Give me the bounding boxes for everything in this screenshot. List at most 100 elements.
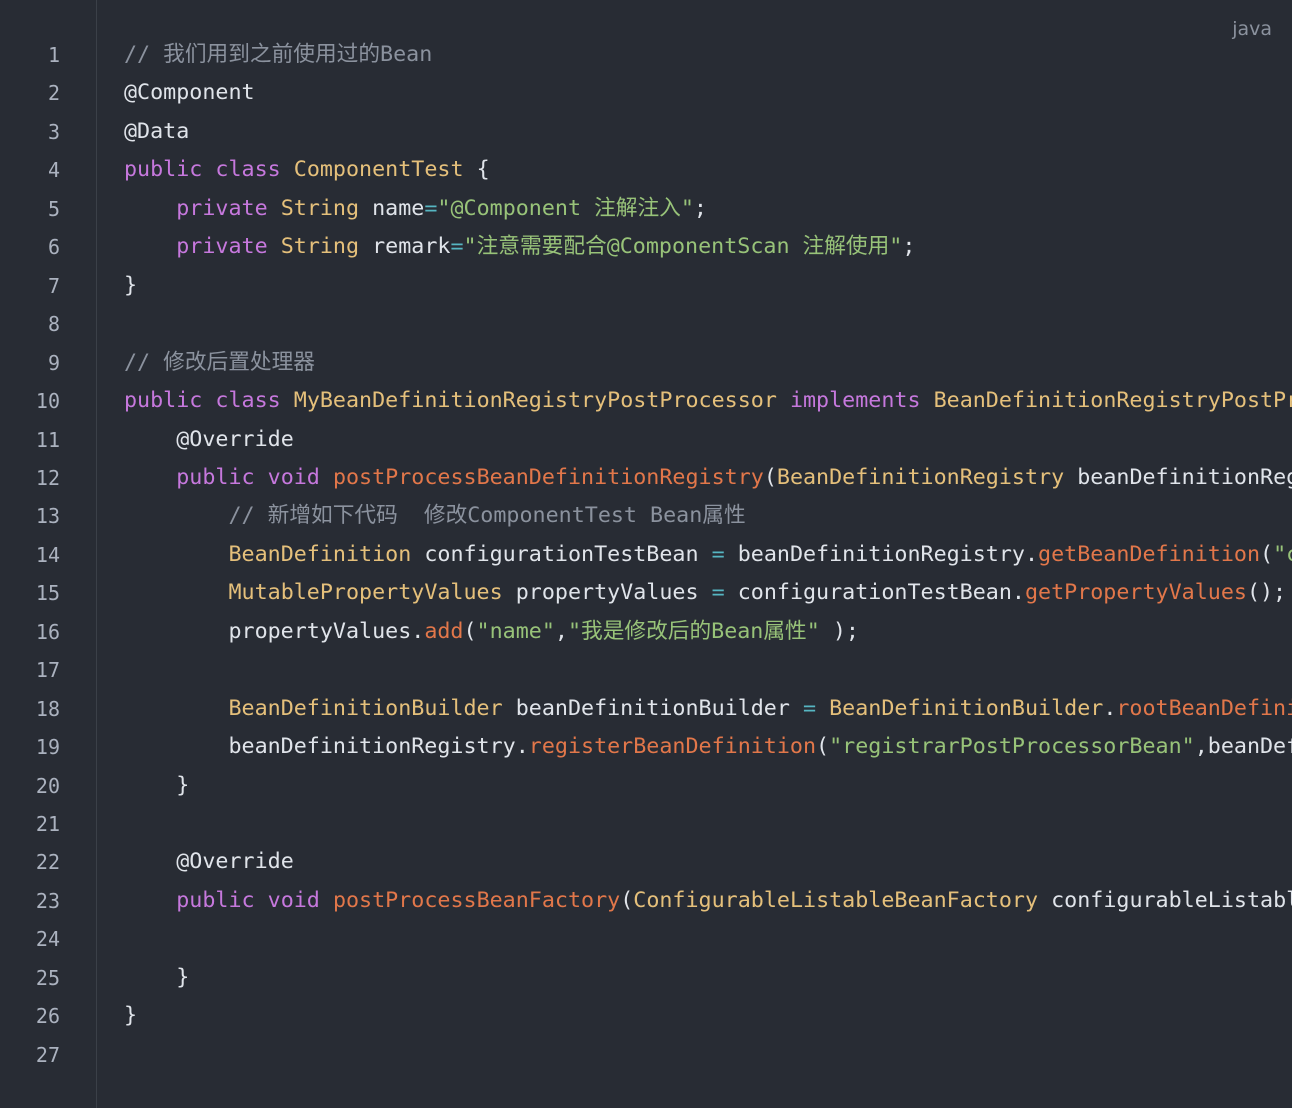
- code-line: propertyValues.add("name","我是修改后的Bean属性"…: [124, 613, 859, 651]
- code-line: @Data: [124, 113, 189, 151]
- code-token-class: BeanDefinition: [228, 541, 412, 567]
- code-token-plain: ;: [693, 195, 707, 221]
- code-token-plain: }: [124, 1003, 138, 1029]
- code-token-keyword: public: [124, 157, 203, 183]
- code-token-keyword: void: [267, 464, 320, 490]
- code-token-op: =: [450, 234, 464, 260]
- code-token-plain: configurationTestBean: [411, 541, 712, 567]
- line-number-gutter: 1 2 3 4 5 6 7 8 9 10 11 12 13 14 15 16 17 18 19 20 21 22 23 24 2…: [0, 0, 97, 1108]
- code-line: // 修改后置处理器: [124, 344, 315, 382]
- code-token-plain: }: [124, 272, 138, 298]
- code-token-string: "name": [476, 618, 555, 644]
- code-token-keyword: public: [176, 887, 255, 913]
- code-token-comment: // 我们用到之前使用过的Bean: [124, 42, 433, 67]
- code-token-plain: beanDefinitionRegistry.: [724, 541, 1039, 567]
- code-token-anno: @Data: [124, 118, 190, 144]
- code-token-anno: @Override: [176, 849, 294, 875]
- line-number: 3: [47, 119, 60, 144]
- code-token-op: =: [424, 195, 438, 221]
- code-token-func: registerBeanDefinition: [528, 734, 817, 760]
- line-number: 26: [35, 1004, 60, 1029]
- code-token-class: MyBeanDefinitionRegistryPostProcessor: [293, 388, 777, 414]
- code-token-class: BeanDefinitionRegistryPostProcessor: [933, 388, 1292, 414]
- code-line: public class MyBeanDefinitionRegistryPos…: [124, 382, 1292, 420]
- code-token-plain: }: [124, 964, 190, 990]
- code-line: @Override: [124, 843, 294, 881]
- line-number: 17: [35, 658, 60, 683]
- code-line: // 新增如下代码 修改ComponentTest Bean属性: [124, 497, 745, 535]
- code-token-plain: ;: [902, 234, 916, 260]
- code-line: private String name="@Component 注解注入";: [124, 190, 707, 228]
- code-token-plain: ,: [554, 618, 568, 644]
- code-token-keyword: void: [267, 887, 320, 913]
- code-token-anno: @Override: [176, 426, 294, 452]
- code-line: @Component: [124, 74, 255, 112]
- code-token-op: =: [711, 541, 725, 567]
- code-token-func: postProcessBeanDefinitionRegistry: [332, 464, 764, 490]
- code-line: BeanDefinitionBuilder beanDefinitionBuil…: [124, 690, 1292, 728]
- code-token-string: "registrarPostProcessorBean": [829, 734, 1195, 760]
- code-token-func: add: [424, 618, 464, 644]
- code-token-plain: }: [124, 772, 190, 798]
- code-token-keyword: private: [176, 195, 268, 221]
- line-number: 27: [35, 1042, 60, 1067]
- line-number: 16: [35, 619, 60, 644]
- code-token-plain: beanDefinitionBuilder: [502, 695, 803, 721]
- code-line: public void postProcessBeanDefinitionReg…: [124, 459, 1292, 497]
- code-line: MutablePropertyValues propertyValues = c…: [124, 574, 1286, 612]
- code-token-keyword: public: [176, 464, 255, 490]
- code-area[interactable]: // 我们用到之前使用过的Bean @Component @Data public c…: [124, 0, 1292, 1108]
- code-token-comment: // 修改后置处理器: [124, 349, 315, 375]
- code-line: private String remark="注意需要配合@ComponentS…: [124, 228, 915, 266]
- code-token-plain: remark: [359, 234, 451, 260]
- code-token-class: BeanDefinitionBuilder: [829, 695, 1104, 721]
- line-number: 14: [35, 542, 60, 567]
- line-number: 6: [47, 235, 60, 260]
- line-number: 10: [35, 389, 60, 414]
- line-number: 12: [35, 465, 60, 490]
- line-number: 7: [47, 273, 60, 298]
- line-number: 19: [35, 735, 60, 760]
- code-token-keyword: class: [215, 157, 281, 183]
- code-token-plain: configurableListableBeanFactory) {: [1051, 887, 1292, 913]
- code-line: }: [124, 767, 189, 805]
- code-token-func: rootBeanDefinition: [1116, 695, 1292, 721]
- code-token-anno: @Component: [124, 80, 255, 106]
- code-token-class: MutablePropertyValues: [228, 580, 503, 606]
- code-token-class: BeanDefinitionBuilder: [228, 695, 503, 721]
- code-line: }: [124, 959, 189, 997]
- code-token-func: getBeanDefinition: [1038, 541, 1260, 567]
- code-token-keyword: private: [176, 234, 268, 260]
- code-token-plain: configurationTestBean.: [724, 580, 1025, 606]
- code-token-class: ConfigurableListableBeanFactory: [633, 887, 1039, 913]
- code-token-keyword: public: [124, 388, 203, 414]
- line-number: 24: [35, 927, 60, 952]
- code-line: public class ComponentTest {: [124, 151, 490, 189]
- line-number: 22: [35, 850, 60, 875]
- line-number: 11: [35, 427, 60, 452]
- code-token-plain: ();: [1246, 580, 1287, 606]
- code-token-plain: (: [1260, 541, 1274, 567]
- code-token-func: postProcessBeanFactory: [332, 887, 621, 913]
- code-token-keyword: class: [215, 388, 281, 414]
- code-token-plain: beanDefinitionRegistry) {: [1077, 464, 1292, 490]
- line-number: 9: [47, 350, 60, 375]
- code-line: }: [124, 997, 137, 1035]
- code-token-op: =: [711, 580, 725, 606]
- line-number: 5: [47, 196, 60, 221]
- code-token-plain: );: [819, 618, 859, 644]
